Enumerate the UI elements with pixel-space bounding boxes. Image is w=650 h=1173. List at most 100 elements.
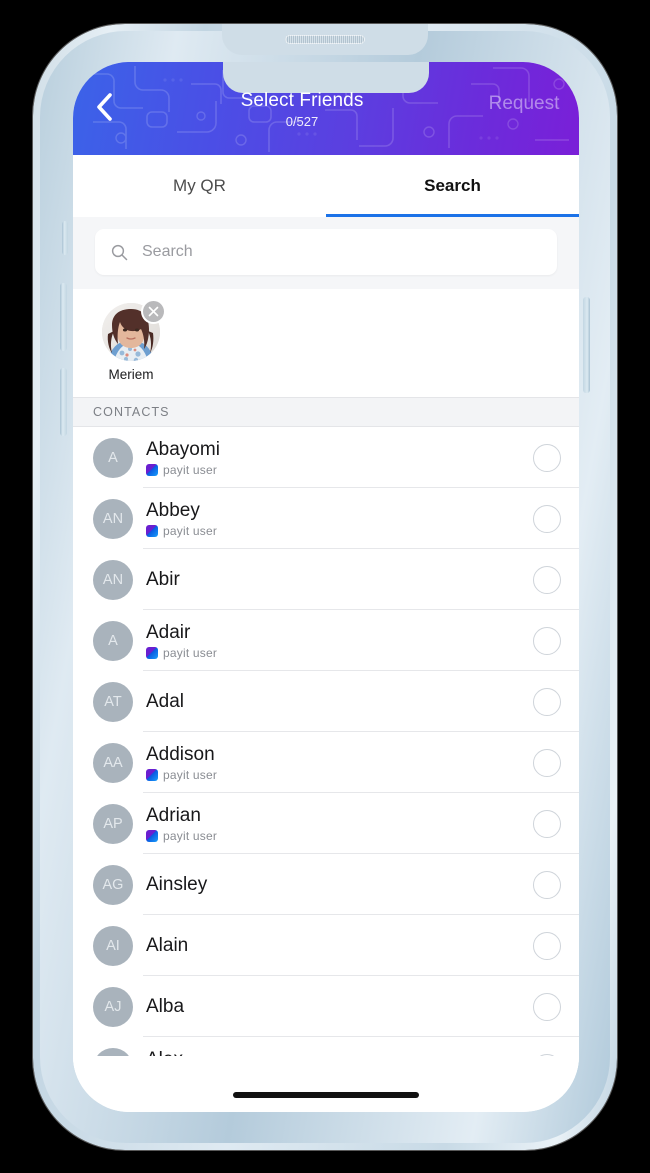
phone-notch xyxy=(222,24,428,55)
table-row[interactable]: A Adair payit user xyxy=(73,610,579,671)
selected-contact-chip[interactable]: Meriem xyxy=(95,301,167,397)
payit-logo-icon xyxy=(146,829,158,842)
avatar: AG xyxy=(93,864,133,905)
back-button[interactable] xyxy=(73,90,135,122)
contact-select-radio[interactable] xyxy=(533,687,561,716)
status-badge-label: payit user xyxy=(163,523,218,538)
contact-info: Adal xyxy=(146,691,533,713)
contact-name: Abir xyxy=(146,568,180,590)
table-row[interactable]: AA Addison payit user xyxy=(73,732,579,793)
avatar: AP xyxy=(93,803,133,844)
chevron-left-icon xyxy=(96,93,112,121)
table-row[interactable]: AP Adrian payit user xyxy=(73,793,579,854)
contacts-section-header: CONTACTS xyxy=(73,397,579,427)
contact-info: Addison payit user xyxy=(146,744,533,782)
search-icon xyxy=(111,244,128,260)
selected-contact-name: Meriem xyxy=(108,367,154,382)
power-button[interactable] xyxy=(583,297,590,393)
avatar: AA xyxy=(93,742,133,783)
search-input[interactable] xyxy=(140,242,541,262)
avatar: AJ xyxy=(93,986,133,1027)
table-row[interactable]: AT Adal xyxy=(73,671,579,732)
status-badge: payit user xyxy=(146,524,533,538)
table-row[interactable]: AN Abir xyxy=(73,549,579,610)
notch-background xyxy=(223,62,429,93)
close-circle-icon[interactable] xyxy=(143,301,164,322)
payit-logo-icon xyxy=(146,768,158,781)
contact-select-radio[interactable] xyxy=(533,809,561,838)
header-row: Select Friends 0/527 Request xyxy=(73,90,579,130)
table-row[interactable]: A Abayomi payit user xyxy=(73,427,579,488)
screen-bottom-safe-area xyxy=(73,1056,579,1112)
avatar: AN xyxy=(93,559,133,600)
tab-search-label: Search xyxy=(424,176,481,195)
contact-select-radio[interactable] xyxy=(533,443,561,472)
status-badge-label: payit user xyxy=(163,462,218,477)
avatar: A xyxy=(93,620,133,661)
status-badge-label: payit user xyxy=(163,828,218,843)
contact-name: Abayomi xyxy=(146,438,220,460)
search-section xyxy=(73,217,579,289)
contact-select-radio[interactable] xyxy=(533,565,561,594)
contact-select-radio[interactable] xyxy=(533,748,561,777)
avatar: AI xyxy=(93,925,133,966)
tab-bar: My QR Search xyxy=(73,155,579,217)
tab-my-qr-label: My QR xyxy=(173,176,226,195)
contact-name: Ainsley xyxy=(146,873,208,895)
table-row[interactable]: AG Ainsley xyxy=(73,854,579,915)
contacts-section-title: CONTACTS xyxy=(93,405,170,419)
status-badge: payit user xyxy=(146,646,533,660)
tab-search[interactable]: Search xyxy=(326,155,579,217)
active-tab-indicator xyxy=(326,214,579,217)
selection-counter: 0/527 xyxy=(285,114,319,129)
status-badge: payit user xyxy=(146,463,533,477)
contact-info: Abayomi payit user xyxy=(146,439,533,477)
page-title: Select Friends xyxy=(240,90,364,111)
contact-select-radio[interactable] xyxy=(533,931,561,960)
contact-select-radio[interactable] xyxy=(533,626,561,655)
volume-down-button[interactable] xyxy=(60,368,67,436)
home-indicator[interactable] xyxy=(233,1092,419,1098)
contact-select-radio[interactable] xyxy=(533,870,561,899)
contact-info: Adair payit user xyxy=(146,622,533,660)
volume-up-button[interactable] xyxy=(60,283,67,351)
contact-name: Abbey xyxy=(146,499,200,521)
avatar: AT xyxy=(93,681,133,722)
status-badge: payit user xyxy=(146,768,533,782)
table-row[interactable]: AN Abbey payit user xyxy=(73,488,579,549)
contact-name: Adair xyxy=(146,621,191,643)
phone-device-frame: Select Friends 0/527 Request My QR Searc… xyxy=(33,24,617,1150)
contact-info: Adrian payit user xyxy=(146,805,533,843)
search-box[interactable] xyxy=(95,229,557,275)
table-row[interactable]: AJ Alba xyxy=(73,976,579,1037)
header-center: Select Friends 0/527 xyxy=(135,90,469,130)
mute-switch-button[interactable] xyxy=(62,221,68,255)
status-badge: payit user xyxy=(146,829,533,843)
payit-logo-icon xyxy=(146,646,158,659)
contacts-list: A Abayomi payit user AN Abbey payit user AN Abi… xyxy=(73,427,579,1098)
payit-logo-icon xyxy=(146,463,158,476)
contact-name: Alba xyxy=(146,995,185,1017)
contact-select-radio[interactable] xyxy=(533,992,561,1021)
close-icon xyxy=(148,306,159,317)
screenshot-stage: Select Friends 0/527 Request My QR Searc… xyxy=(0,0,650,1173)
table-row[interactable]: AI Alain xyxy=(73,915,579,976)
contact-select-radio[interactable] xyxy=(533,504,561,533)
status-badge-label: payit user xyxy=(163,645,218,660)
payit-logo-icon xyxy=(146,524,158,537)
status-badge-label: payit user xyxy=(163,767,218,782)
phone-screen: Select Friends 0/527 Request My QR Searc… xyxy=(73,62,579,1112)
contact-info: Abbey payit user xyxy=(146,500,533,538)
request-button[interactable]: Request xyxy=(469,90,579,115)
contact-name: Addison xyxy=(146,743,215,765)
contact-name: Adal xyxy=(146,690,185,712)
contact-info: Alba xyxy=(146,996,533,1018)
contact-name: Adrian xyxy=(146,804,201,826)
earpiece-speaker xyxy=(285,35,365,44)
tab-my-qr[interactable]: My QR xyxy=(73,155,326,217)
selected-contacts-row: Meriem xyxy=(73,289,579,397)
contact-info: Abir xyxy=(146,569,533,591)
avatar: AN xyxy=(93,498,133,539)
contact-info: Alain xyxy=(146,935,533,957)
avatar: A xyxy=(93,437,133,478)
